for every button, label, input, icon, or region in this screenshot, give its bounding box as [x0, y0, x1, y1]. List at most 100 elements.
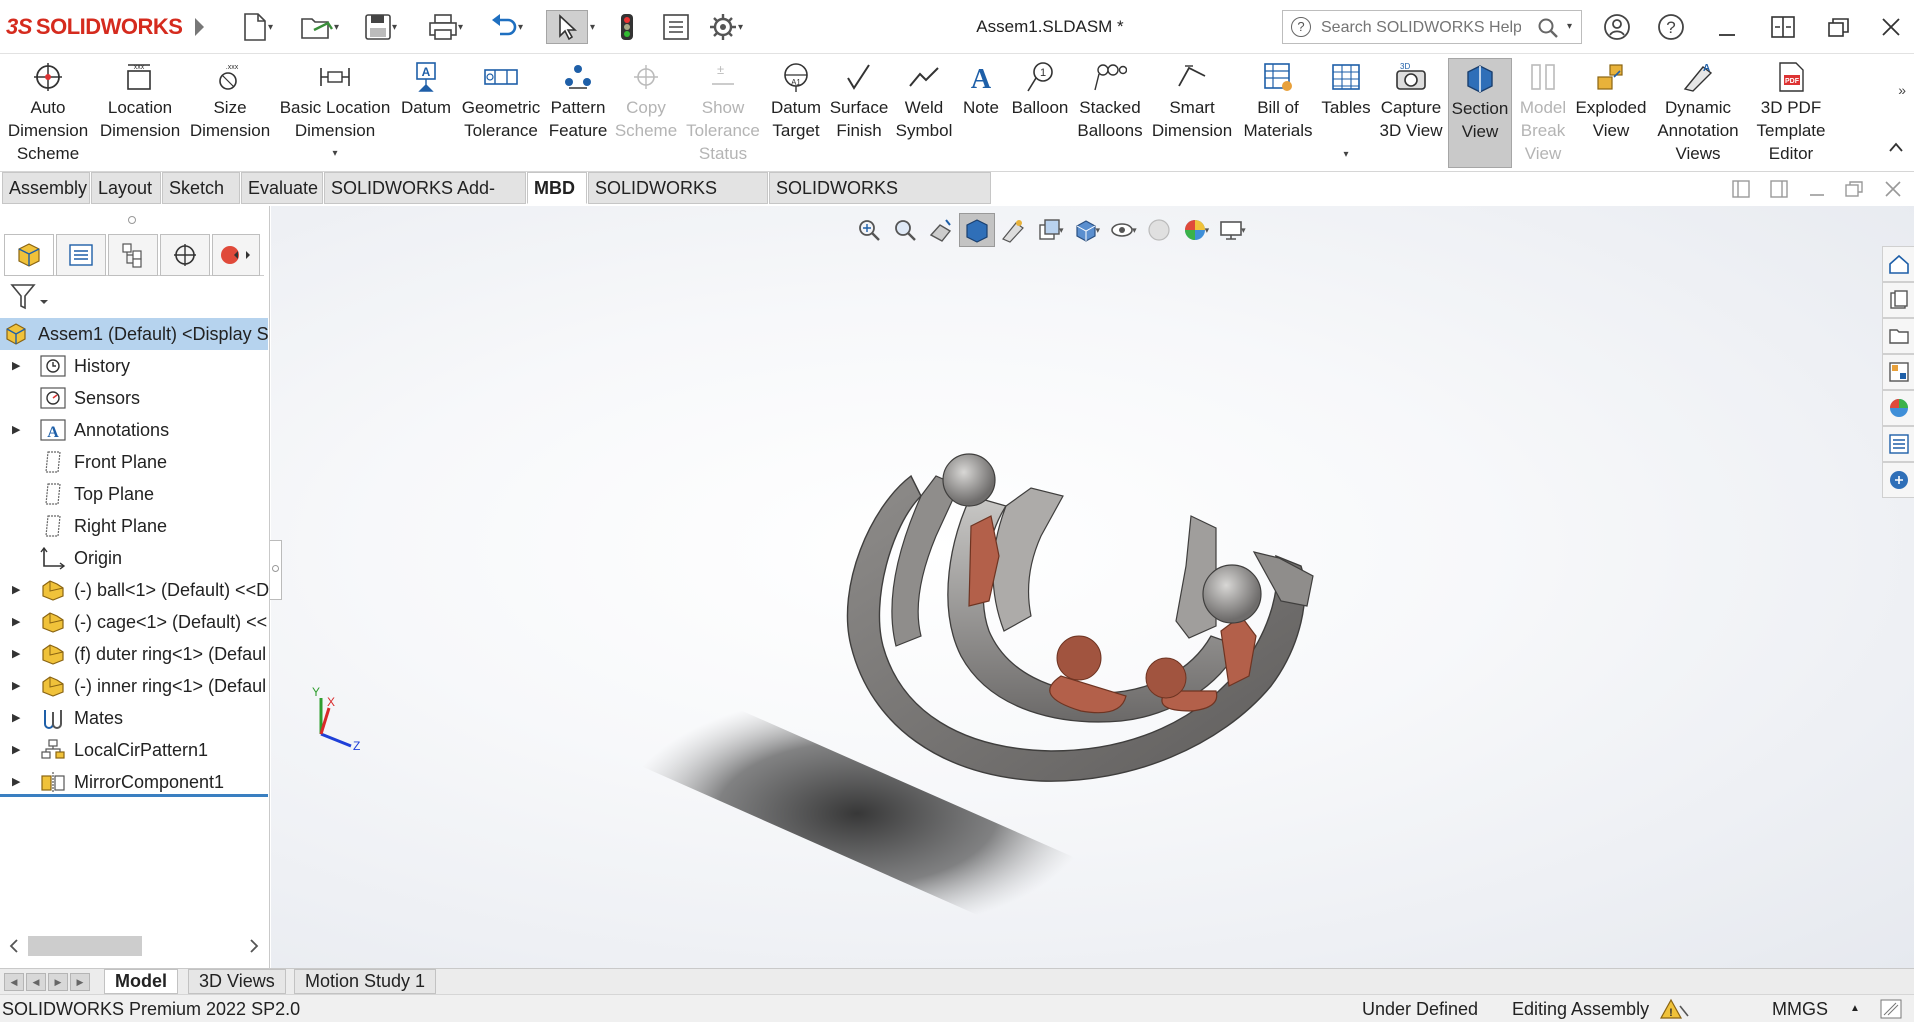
tree-item-inner-ring[interactable]: ▶ (-) inner ring<1> (Defaul — [0, 670, 270, 702]
tree-item-cage[interactable]: ▶ (-) cage<1> (Default) << — [0, 606, 270, 638]
exploded-view-button[interactable]: Exploded View — [1574, 58, 1648, 168]
unit-system[interactable]: MMGS — [1772, 995, 1828, 1022]
viewport-tile-left-icon[interactable] — [1732, 180, 1750, 203]
model-break-view-button[interactable]: Model Break View — [1514, 58, 1572, 168]
customize-status-icon[interactable] — [1880, 999, 1902, 1022]
size-dimension-button[interactable]: .xxx Size Dimension — [188, 58, 272, 168]
ribbon-overflow-icon[interactable]: » — [1898, 82, 1906, 98]
scroll-right-icon[interactable] — [248, 938, 260, 959]
rebuild-traffic-light-icon[interactable] — [620, 10, 634, 44]
minimize-icon[interactable] — [1710, 10, 1744, 44]
expand-arrow-icon[interactable]: ▶ — [12, 734, 20, 766]
dimxpert-manager-icon[interactable] — [160, 234, 210, 276]
surface-finish-button[interactable]: Surface Finish — [828, 58, 890, 168]
datum-target-button[interactable]: A1 Datum Target — [766, 58, 826, 168]
feature-manager-tree-icon[interactable] — [4, 234, 54, 276]
weld-symbol-button[interactable]: Weld Symbol — [894, 58, 954, 168]
tree-item-front-plane[interactable]: Front Plane — [0, 446, 270, 478]
tab-prev-icon[interactable]: ◀ — [26, 973, 46, 991]
tree-item-right-plane[interactable]: Right Plane — [0, 510, 270, 542]
viewport-close-icon[interactable] — [1884, 180, 1902, 203]
save-icon[interactable]: ▾ — [364, 10, 397, 44]
view-palette-icon[interactable] — [1882, 354, 1914, 390]
tree-item-mates[interactable]: ▶ Mates — [0, 702, 270, 734]
display-manager-icon[interactable] — [212, 234, 260, 276]
new-document-icon[interactable]: ▾ — [242, 10, 273, 44]
geometric-tolerance-button[interactable]: Geometric Tolerance — [460, 58, 542, 168]
datum-button[interactable]: A Datum — [396, 58, 456, 168]
auto-dimension-scheme-button[interactable]: Auto Dimension Scheme — [4, 58, 92, 168]
expand-arrow-icon[interactable]: ▶ — [12, 350, 20, 382]
tree-item-origin[interactable]: Origin — [0, 542, 270, 574]
location-dimension-button[interactable]: xxx Location Dimension — [98, 58, 182, 168]
property-manager-icon[interactable] — [56, 234, 106, 276]
tab-last-icon[interactable]: ▶ — [70, 973, 90, 991]
tree-item-top-plane[interactable]: Top Plane — [0, 478, 270, 510]
expand-arrow-icon[interactable]: ▶ — [12, 414, 20, 446]
tab-mbd[interactable]: MBD — [527, 172, 587, 204]
tab-assembly[interactable]: Assembly — [2, 172, 90, 204]
pattern-feature-button[interactable]: Pattern Feature — [546, 58, 610, 168]
print-icon[interactable]: ▾ — [428, 10, 463, 44]
tab-solidworks-cam[interactable]: SOLIDWORKS CAM — [588, 172, 768, 228]
tab-3d-views[interactable]: 3D Views — [188, 969, 286, 994]
3d-pdf-template-editor-button[interactable]: PDF 3D PDF Template Editor — [1750, 58, 1832, 168]
file-explorer-icon[interactable] — [1882, 318, 1914, 354]
solidworks-forum-icon[interactable] — [1882, 462, 1914, 498]
open-document-icon[interactable]: ▾ — [300, 10, 339, 44]
expand-menu-arrow-icon[interactable] — [192, 10, 206, 44]
smart-dimension-button[interactable]: Smart Dimension — [1148, 58, 1236, 168]
tree-item-annotations[interactable]: ▶ A Annotations — [0, 414, 270, 446]
select-pointer-icon[interactable] — [546, 10, 588, 44]
options-gear-icon[interactable]: ▾ — [708, 10, 743, 44]
viewport-minimize-icon[interactable] — [1808, 180, 1826, 203]
select-dropdown-icon[interactable]: ▾ — [590, 10, 595, 44]
tab-solidworks-inspection[interactable]: SOLIDWORKS Inspection — [769, 172, 991, 228]
file-properties-icon[interactable] — [662, 10, 690, 44]
user-account-icon[interactable] — [1600, 10, 1634, 44]
tab-model[interactable]: Model — [104, 969, 178, 994]
tree-item-history[interactable]: ▶ History — [0, 350, 270, 382]
tree-horizontal-scrollbar[interactable] — [4, 934, 266, 958]
expand-arrow-icon[interactable]: ▶ — [12, 638, 20, 670]
scroll-thumb[interactable] — [28, 936, 142, 956]
solidworks-logo[interactable]: 3S SOLIDWORKS — [6, 14, 183, 40]
bearing-assembly-model[interactable] — [271, 206, 1914, 968]
tree-root-assembly[interactable]: Assem1 (Default) <Display St — [0, 318, 268, 350]
tables-button[interactable]: Tables ▾ — [1320, 58, 1372, 168]
search-icon[interactable] — [1537, 17, 1559, 44]
tab-next-icon[interactable]: ▶ — [48, 973, 68, 991]
tab-layout[interactable]: Layout — [91, 172, 161, 204]
tree-item-outer-ring[interactable]: ▶ (f) duter ring<1> (Defaul — [0, 638, 270, 670]
design-library-icon[interactable] — [1882, 282, 1914, 318]
expand-arrow-icon[interactable]: ▶ — [12, 574, 20, 606]
copy-scheme-button[interactable]: Copy Scheme — [614, 58, 678, 168]
appearances-scenes-icon[interactable] — [1882, 390, 1914, 426]
undo-icon[interactable]: ▾ — [490, 10, 523, 44]
capture-3d-view-button[interactable]: 3D Capture 3D View — [1376, 58, 1446, 168]
collapse-ribbon-icon[interactable] — [1888, 140, 1904, 158]
tab-evaluate[interactable]: Evaluate — [241, 172, 323, 204]
panel-resize-handle[interactable] — [270, 540, 282, 600]
tables-dropdown-icon[interactable]: ▾ — [1343, 143, 1348, 166]
tree-item-ball[interactable]: ▶ (-) ball<1> (Default) <<D — [0, 574, 270, 606]
expand-arrow-icon[interactable]: ▶ — [12, 702, 20, 734]
dynamic-annotation-views-button[interactable]: A Dynamic Annotation Views — [1650, 58, 1746, 168]
units-dropdown-icon[interactable]: ▲ — [1850, 995, 1860, 1022]
stacked-balloons-button[interactable]: Stacked Balloons — [1076, 58, 1144, 168]
section-view-button[interactable]: Section View — [1448, 58, 1512, 168]
tab-sketch[interactable]: Sketch — [162, 172, 240, 204]
tree-item-local-circular-pattern[interactable]: ▶ LocalCirPattern1 — [0, 734, 270, 766]
viewport-restore-icon[interactable] — [1844, 180, 1864, 203]
rollback-bar[interactable] — [0, 794, 268, 797]
custom-properties-icon[interactable] — [1882, 426, 1914, 462]
scroll-left-icon[interactable] — [8, 938, 20, 959]
close-icon[interactable] — [1874, 10, 1908, 44]
note-button[interactable]: A Note — [956, 58, 1006, 168]
maximize-icon[interactable] — [1822, 10, 1856, 44]
help-icon[interactable]: ? — [1654, 10, 1688, 44]
tree-item-sensors[interactable]: Sensors — [0, 382, 270, 414]
graphics-area[interactable]: ▾ ▾ ▾ ▾ ▾ Y X Z — [271, 206, 1914, 968]
solidworks-resources-icon[interactable] — [1882, 246, 1914, 282]
show-tolerance-status-button[interactable]: ± Show Tolerance Status — [682, 58, 764, 168]
